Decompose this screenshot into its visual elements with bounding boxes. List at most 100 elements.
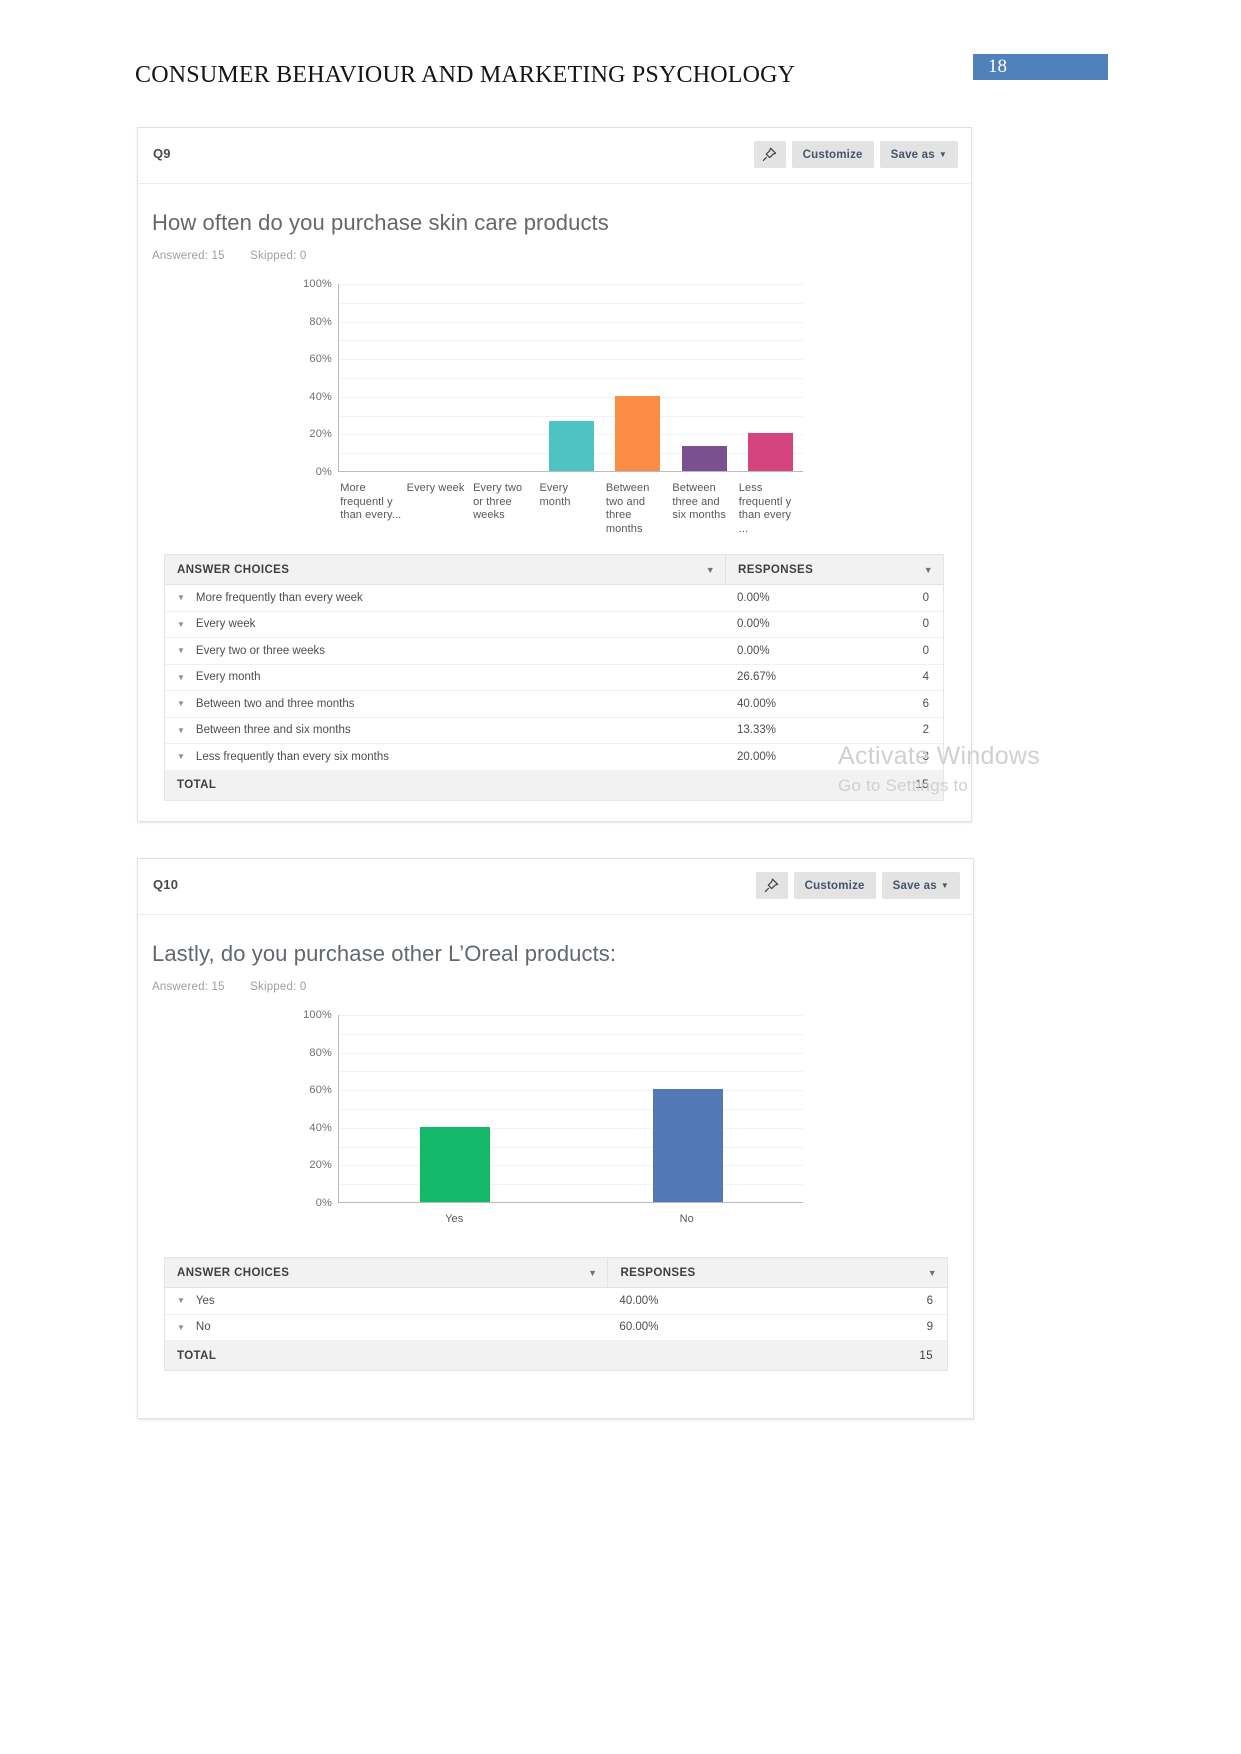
- pin-icon[interactable]: [753, 141, 786, 168]
- results-table-q10: ANSWER CHOICES ▼ RESPONSES ▼ ▼ Yes 40.00% 6 ▼ No 6…: [164, 1257, 948, 1371]
- gridline: [339, 1015, 803, 1016]
- y-axis-tick-label: 20%: [309, 1159, 332, 1172]
- results-table-q9: ANSWER CHOICES ▼ RESPONSES ▼ ▼ More frequentl…: [164, 554, 944, 801]
- table-header-row: ANSWER CHOICES ▼ RESPONSES ▼: [165, 555, 943, 585]
- cell-answer-choice: ▼ Less frequently than every six months: [165, 751, 725, 763]
- gridline: [339, 1071, 803, 1073]
- page-title: CONSUMER BEHAVIOUR AND MARKETING PSYCHOL…: [135, 62, 796, 88]
- chevron-down-icon[interactable]: ▼: [706, 565, 715, 575]
- chevron-down-icon[interactable]: ▼: [924, 565, 933, 575]
- bar: [748, 433, 794, 471]
- x-axis-tick-label: Between two and three months: [605, 482, 650, 535]
- chevron-down-icon[interactable]: ▼: [177, 673, 185, 682]
- save-as-label: Save as: [892, 879, 937, 892]
- cell-answer-choice: ▼ Between two and three months: [165, 698, 725, 710]
- answer-choice-label: More frequently than every week: [195, 591, 363, 604]
- table-row[interactable]: ▼ Yes 40.00% 6: [165, 1288, 947, 1315]
- pin-glyph: [763, 877, 780, 894]
- chevron-down-icon[interactable]: ▼: [177, 726, 185, 735]
- cell-answer-choice: ▼ Between three and six months: [165, 724, 725, 736]
- document-header: CONSUMER BEHAVIOUR AND MARKETING PSYCHOL…: [0, 0, 1241, 110]
- answer-choice-label: Less frequently than every six months: [195, 750, 389, 763]
- chevron-down-icon[interactable]: ▼: [177, 752, 185, 761]
- cell-response-count: 6: [926, 1294, 933, 1307]
- cell-answer-choice: ▼ Every week: [165, 618, 725, 630]
- chevron-down-icon: ▼: [940, 880, 949, 890]
- table-row[interactable]: ▼ Between two and three months 40.00% 6: [165, 691, 943, 718]
- gridline: [339, 1184, 803, 1186]
- y-axis-tick-label: 60%: [309, 353, 332, 366]
- chevron-down-icon[interactable]: ▼: [928, 1268, 937, 1278]
- chevron-down-icon[interactable]: ▼: [177, 1296, 185, 1305]
- bar: [615, 395, 661, 471]
- cell-response-percent: 26.67%: [737, 671, 777, 684]
- x-axis-tick-label: Yes: [445, 1213, 464, 1225]
- y-axis-tick-label: 100%: [303, 278, 332, 290]
- bar: [652, 1089, 723, 1202]
- total-count: 15: [919, 1349, 933, 1362]
- total-label: TOTAL: [177, 1349, 217, 1362]
- cell-response-count: 3: [922, 750, 929, 763]
- chevron-down-icon[interactable]: ▼: [177, 593, 185, 602]
- table-row[interactable]: ▼ Every week 0.00% 0: [165, 612, 943, 638]
- panel-toolbar: Q10 Customize Save as ▼: [138, 859, 973, 915]
- chevron-down-icon[interactable]: ▼: [177, 699, 185, 708]
- table-total-row: TOTAL 15: [165, 1341, 947, 1370]
- chevron-down-icon[interactable]: ▼: [588, 1268, 597, 1278]
- chevron-down-icon[interactable]: ▼: [177, 646, 185, 655]
- customize-label: Customize: [802, 148, 863, 161]
- y-axis-tick-label: 100%: [303, 1009, 332, 1021]
- table-row[interactable]: ▼ Less frequently than every six months 20…: [165, 744, 943, 771]
- bar-chart-q10: 0% 20% 40% 60% 80% 100% Yes No: [138, 1005, 973, 1237]
- table-row[interactable]: ▼ Between three and six months 13.33% 2: [165, 718, 943, 744]
- y-axis-tick-label: 40%: [309, 390, 332, 403]
- table-row[interactable]: ▼ Every two or three weeks 0.00% 0: [165, 638, 943, 665]
- gridline: [339, 1109, 803, 1110]
- table-row[interactable]: ▼ No 60.00% 9: [165, 1315, 947, 1341]
- cell-response-count: 9: [926, 1321, 933, 1334]
- question-number: Q10: [153, 877, 179, 892]
- answer-choice-label: Yes: [195, 1294, 215, 1307]
- column-header-responses[interactable]: RESPONSES ▼: [607, 1258, 947, 1287]
- chevron-down-icon[interactable]: ▼: [177, 620, 185, 629]
- y-axis-tick-label: 0%: [315, 466, 332, 478]
- gridline: [339, 340, 803, 342]
- answered-count: Answered: 15: [152, 250, 225, 262]
- table-row[interactable]: ▼ Every month 26.67% 4: [165, 665, 943, 691]
- cell-response-count: 4: [922, 671, 929, 684]
- cell-response-percent: 13.33%: [737, 724, 777, 737]
- cell-response-count: 0: [922, 644, 929, 657]
- chevron-down-icon[interactable]: ▼: [177, 1323, 185, 1332]
- gridline: [339, 321, 803, 323]
- column-header-responses[interactable]: RESPONSES ▼: [725, 555, 943, 584]
- table-header-row: ANSWER CHOICES ▼ RESPONSES ▼: [165, 1258, 947, 1288]
- answer-choice-label: Every week: [195, 618, 256, 631]
- gridline: [339, 1146, 803, 1148]
- toolbar-actions: Customize Save as ▼: [753, 141, 958, 168]
- cell-response-count: 0: [922, 591, 929, 604]
- gridline: [339, 1165, 803, 1167]
- cell-response-percent: 40.00%: [737, 697, 777, 710]
- gridline: [339, 1033, 803, 1035]
- cell-answer-choice: ▼ Every two or three weeks: [165, 645, 725, 657]
- question-title: How often do you purchase skin care prod…: [152, 210, 609, 235]
- column-header-answer-choices[interactable]: ANSWER CHOICES ▼: [165, 1258, 607, 1287]
- x-axis-tick-label: Less frequentl y than every ...: [738, 482, 792, 535]
- page-number-badge: 18: [973, 54, 1108, 80]
- total-count: 15: [915, 779, 929, 791]
- gridline: [339, 302, 803, 304]
- bar: [549, 420, 594, 471]
- cell-answer-choice: ▼ Yes: [165, 1295, 607, 1307]
- gridline: [339, 359, 803, 361]
- save-as-button[interactable]: Save as ▼: [879, 141, 958, 168]
- answer-choice-label: Every month: [195, 671, 261, 684]
- customize-button[interactable]: Customize: [793, 872, 876, 899]
- x-axis-tick-label: Every week: [406, 482, 465, 494]
- save-as-button[interactable]: Save as ▼: [881, 872, 960, 899]
- table-row[interactable]: ▼ More frequently than every week 0.00% 0: [165, 585, 943, 612]
- column-header-answer-choices[interactable]: ANSWER CHOICES ▼: [165, 555, 725, 584]
- save-as-label: Save as: [890, 148, 935, 161]
- pin-icon[interactable]: [755, 872, 788, 899]
- x-axis-tick-label: No: [679, 1213, 694, 1225]
- customize-button[interactable]: Customize: [791, 141, 874, 168]
